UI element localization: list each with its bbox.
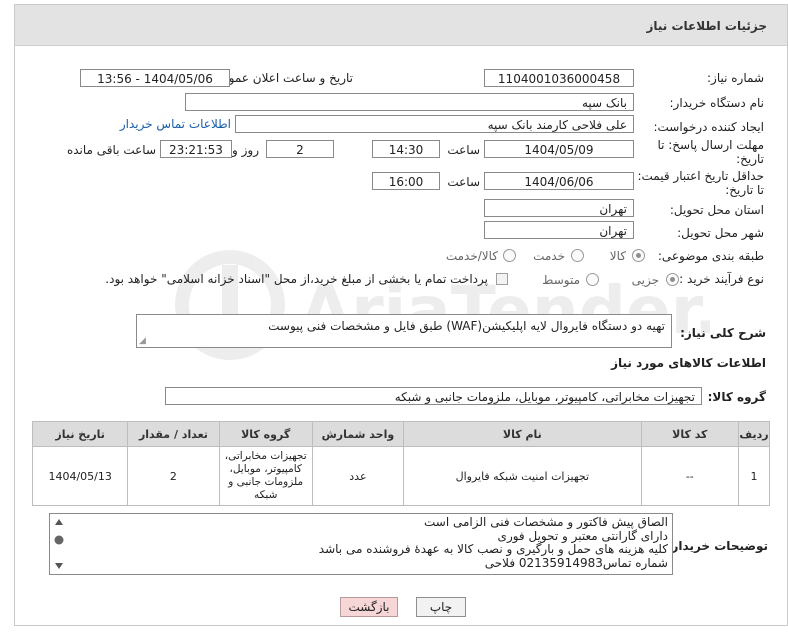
table-header-row: ردیف کد کالا نام کالا واحد شمارش گروه کا…: [31, 421, 771, 447]
buyer-notes-line: شماره تماس02135914983 فلاحی: [484, 555, 668, 570]
panel-title: جزئیات اطلاعات نیاز: [646, 19, 767, 33]
cell-row-number: 1: [737, 446, 771, 506]
goods-group-field: تجهیزات مخابراتی، کامپیوتر، موبایل، ملزو…: [165, 387, 702, 405]
remaining-label: ساعت باقی مانده: [66, 143, 156, 157]
price-validity-date-field: 1404/06/06: [484, 172, 634, 190]
price-validity-label: حداقل تاریخ اعتبار قیمت:: [637, 169, 764, 183]
days-field: 2: [266, 140, 334, 158]
process-option-minor: جزیی: [631, 273, 659, 287]
cell-name: تجهیزات امنیت شبکه فایروال: [403, 446, 642, 506]
deadline-date-field: 1404/05/09: [484, 140, 634, 158]
creator-label: ایجاد کننده درخواست:: [653, 120, 764, 134]
treasury-checkbox[interactable]: [496, 273, 508, 285]
scroll-thumb-icon: [54, 535, 64, 545]
cell-code: --: [640, 446, 739, 506]
description-text: تهیه دو دستگاه فایروال لایه اپلیکیشن(WAF…: [268, 319, 665, 333]
announce-field: 1404/05/06 - 13:56: [80, 69, 230, 87]
header-group: گروه کالا: [218, 421, 313, 447]
scroll-up-icon: [55, 519, 63, 525]
header-code: کد کالا: [640, 421, 739, 447]
header-row-number: ردیف: [737, 421, 771, 447]
payment-note: پرداخت تمام یا بخشی از مبلغ خرید،از محل …: [105, 272, 488, 286]
resize-grip-icon: ◢: [139, 336, 146, 346]
buyer-contact-link[interactable]: اطلاعات تماس خریدار: [120, 117, 231, 131]
buyer-org-label: نام دستگاه خریدار:: [669, 96, 765, 110]
goods-group-label: گروه کالا:: [707, 390, 766, 404]
description-label: شرح کلی نیاز:: [680, 326, 766, 340]
buyer-notes-text: الصاق پیش فاکتور و مشخصات فنی الزامی است…: [74, 515, 668, 570]
cell-qty: 2: [127, 446, 220, 506]
category-radio-service[interactable]: [571, 249, 584, 262]
process-option-medium: متوسط: [542, 273, 580, 287]
province-label: استان محل تحویل:: [669, 203, 764, 217]
deadline-time-label: ساعت: [447, 143, 480, 157]
print-button[interactable]: چاپ: [416, 597, 466, 617]
category-label: طبقه بندی موضوعی:: [657, 249, 764, 263]
cell-date: 1404/05/13: [31, 446, 129, 506]
description-box: تهیه دو دستگاه فایروال لایه اپلیکیشن(WAF…: [136, 314, 672, 348]
days-label: روز و: [232, 143, 259, 157]
scroll-down-icon: [55, 563, 63, 569]
buyer-notes-box: الصاق پیش فاکتور و مشخصات فنی الزامی است…: [49, 513, 673, 575]
panel-header: جزئیات اطلاعات نیاز: [15, 5, 787, 46]
province-field: تهران: [484, 199, 634, 217]
table-row: 1 -- تجهیزات امنیت شبکه فایروال عدد تجهی…: [31, 446, 771, 506]
buyer-notes-line: الصاق پیش فاکتور و مشخصات فنی الزامی است: [424, 515, 668, 529]
buyer-notes-label: توضیحات خریدار:: [666, 539, 768, 553]
buyer-org-field: بانک سپه: [185, 93, 634, 111]
price-validity-label-2: تا تاریخ:: [725, 183, 764, 197]
deadline-label-2: تاریخ:: [736, 152, 764, 166]
creator-field: علی فلاحی کارمند بانک سپه: [235, 115, 634, 133]
buyer-notes-scrollbar[interactable]: [52, 516, 66, 572]
deadline-time-field: 14:30: [372, 140, 440, 158]
city-field: تهران: [484, 221, 634, 239]
process-radio-minor[interactable]: [666, 273, 679, 286]
header-unit: واحد شمارش: [311, 421, 405, 447]
header-name: نام کالا: [403, 421, 642, 447]
cell-unit: عدد: [311, 446, 405, 506]
process-radio-medium[interactable]: [586, 273, 599, 286]
buyer-notes-line: دارای گارانتی معتبر و تحویل فوری: [497, 528, 668, 543]
process-label: نوع فرآیند خرید :: [679, 272, 764, 286]
header-qty: تعداد / مقدار: [127, 421, 220, 447]
category-radio-goods[interactable]: [632, 249, 645, 262]
price-validity-time-label: ساعت: [447, 175, 480, 189]
need-number-label: شماره نیاز:: [707, 71, 764, 85]
category-radio-goods-service[interactable]: [503, 249, 516, 262]
goods-table: ردیف کد کالا نام کالا واحد شمارش گروه کا…: [31, 421, 771, 506]
need-number-field: 1104001036000458: [484, 69, 634, 87]
cell-group: تجهیزات مخابراتی، کامپیوتر، موبایل، ملزو…: [218, 446, 313, 506]
category-option-goods-service: کالا/خدمت: [445, 249, 498, 263]
city-label: شهر محل تحویل:: [677, 226, 764, 240]
deadline-label: مهلت ارسال پاسخ: تا: [657, 138, 764, 152]
category-option-service: خدمت: [533, 249, 565, 263]
back-button[interactable]: بازگشت: [340, 597, 398, 617]
buyer-notes-line: کلیه هزینه های حمل و بارگیری و نصب کالا …: [318, 542, 668, 556]
header-date: تاریخ نیاز: [31, 421, 129, 447]
price-validity-time-field: 16:00: [372, 172, 440, 190]
goods-section-title: اطلاعات کالاهای مورد نیاز: [611, 356, 766, 370]
category-option-goods: کالا: [609, 249, 626, 263]
remaining-field: 23:21:53: [160, 140, 232, 158]
